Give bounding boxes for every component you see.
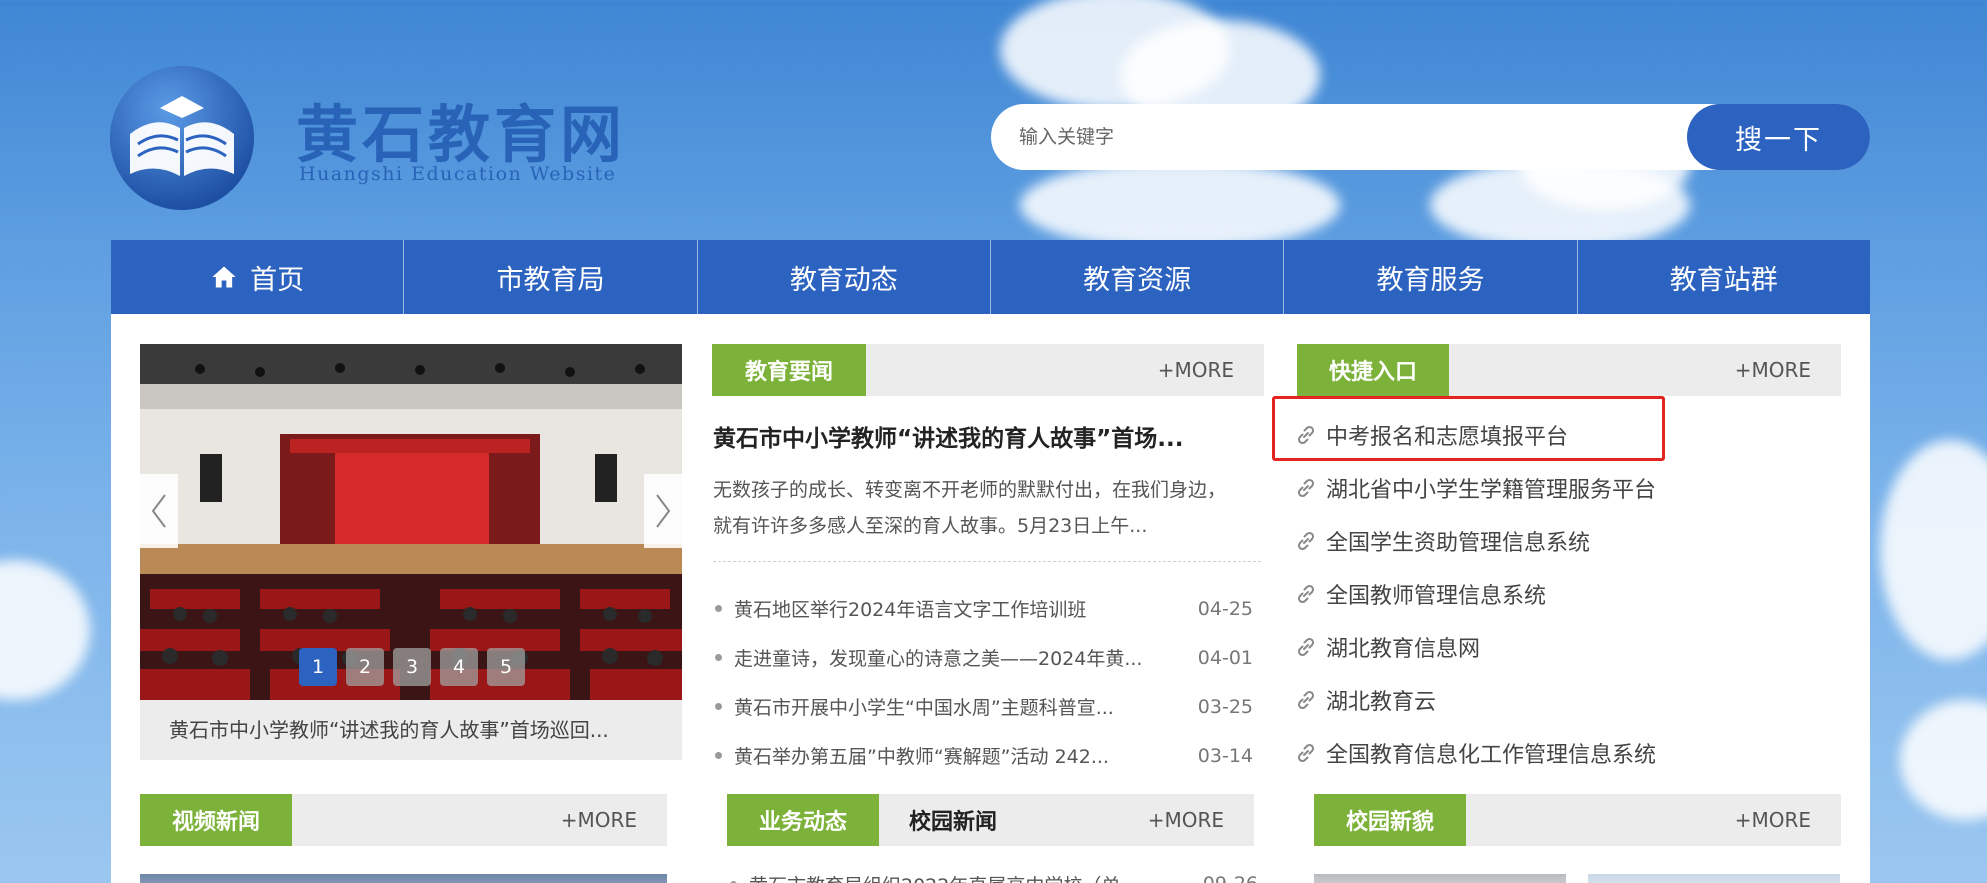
main-nav: 首页 市教育局 教育动态 教育资源 教育服务 教育站群 — [111, 240, 1870, 314]
slide-dot[interactable]: 2 — [346, 648, 384, 686]
news-date: 03-25 — [1197, 695, 1253, 718]
quick-access-list: 中考报名和志愿填报平台 湖北省中小学生学籍管理服务平台 全国学生资助管理信息系统… — [1294, 408, 1794, 779]
news-date: 04-25 — [1197, 597, 1253, 620]
campus-thumbnail[interactable] — [1588, 874, 1840, 883]
quick-link-label: 湖北教育信息网 — [1326, 636, 1481, 662]
quick-access-header: 快捷入口 +MORE — [1297, 344, 1841, 396]
business-header: 业务动态 校园新闻 +MORE — [727, 794, 1254, 846]
education-news-header: 教育要闻 +MORE — [712, 344, 1264, 396]
divider — [713, 561, 1261, 562]
business-more-link[interactable]: +MORE — [1148, 794, 1224, 846]
education-news-list: 黄石地区举行2024年语言文字工作培训班 04-25 走进童诗，发现童心的诗意之美… — [713, 584, 1253, 780]
quick-link[interactable]: 湖北教育信息网 — [1294, 620, 1794, 673]
auditorium-photo — [140, 344, 682, 700]
video-news-header: 视频新闻 +MORE — [140, 794, 667, 846]
link-icon — [1297, 425, 1315, 444]
quick-link-label: 湖北教育云 — [1326, 689, 1437, 715]
quick-link-label: 中考报名和志愿填报平台 — [1326, 424, 1569, 450]
quick-link[interactable]: 全国学生资助管理信息系统 — [1294, 514, 1794, 567]
link-icon — [1297, 584, 1315, 603]
quick-link-label: 全国教师管理信息系统 — [1326, 583, 1547, 609]
nav-item-home[interactable]: 首页 — [111, 240, 405, 314]
search-button[interactable]: 搜一下 — [1687, 104, 1870, 170]
search-input[interactable] — [1019, 104, 1649, 170]
nav-item-services[interactable]: 教育服务 — [1284, 240, 1578, 314]
news-date: 03-14 — [1197, 744, 1253, 767]
campus-style-header: 校园新貌 +MORE — [1314, 794, 1841, 846]
list-item[interactable]: 黄石举办第五届”中教师“赛解题”活动 242... 03-14 — [713, 731, 1253, 780]
slide-dot[interactable]: 1 — [299, 648, 337, 686]
slide-pagination: 1 2 3 4 5 — [299, 648, 525, 686]
quick-link[interactable]: 全国教育信息化工作管理信息系统 — [1294, 726, 1794, 779]
video-news-tag[interactable]: 视频新闻 — [140, 794, 292, 846]
quick-link-label: 全国学生资助管理信息系统 — [1326, 530, 1591, 556]
quick-link[interactable]: 中考报名和志愿填报平台 — [1294, 408, 1794, 461]
slide-dot[interactable]: 4 — [440, 648, 478, 686]
nav-item-sites[interactable]: 教育站群 — [1578, 240, 1870, 314]
news-date: 09-26 — [1196, 873, 1258, 883]
education-news-tag[interactable]: 教育要闻 — [712, 344, 866, 396]
slide-dot[interactable]: 3 — [393, 648, 431, 686]
bullet — [715, 654, 722, 661]
link-icon — [1297, 531, 1315, 550]
news-slideshow[interactable]: 1 2 3 4 5 — [140, 344, 682, 700]
bullet — [715, 752, 722, 759]
quick-access-tag[interactable]: 快捷入口 — [1297, 344, 1449, 396]
link-icon — [1297, 743, 1315, 762]
news-date: 04-01 — [1197, 646, 1253, 669]
campus-style-more-link[interactable]: +MORE — [1735, 794, 1811, 846]
business-news-list: 黄石市教育局组织2022年直属高中学校（单...09-26 — [728, 864, 1258, 883]
home-icon — [212, 266, 236, 288]
slide-caption[interactable]: 黄石市中小学教师“讲述我的育人故事”首场巡回... — [140, 700, 682, 760]
quick-link-label: 湖北省中小学生学籍管理服务平台 — [1326, 477, 1657, 503]
slide-dot[interactable]: 5 — [487, 648, 525, 686]
list-item[interactable]: 黄石市教育局组织2022年直属高中学校（单...09-26 — [728, 864, 1258, 883]
education-news-more-link[interactable]: +MORE — [1158, 344, 1234, 396]
news-title: 黄石市开展中小学生“中国水周”主题科普宣... — [734, 697, 1114, 719]
nav-item-resources[interactable]: 教育资源 — [991, 240, 1285, 314]
news-title: 黄石地区举行2024年语言文字工作培训班 — [734, 599, 1087, 621]
list-item[interactable]: 走进童诗，发现童心的诗意之美——2024年黄... 04-01 — [713, 633, 1253, 682]
video-news-more-link[interactable]: +MORE — [561, 794, 637, 846]
list-item[interactable]: 黄石市开展中小学生“中国水周”主题科普宣... 03-25 — [713, 682, 1253, 731]
bullet — [715, 605, 722, 612]
nav-item-label: 首页 — [250, 264, 305, 296]
quick-link[interactable]: 全国教师管理信息系统 — [1294, 567, 1794, 620]
news-headline[interactable]: 黄石市中小学教师“讲述我的育人故事”首场... — [713, 419, 1253, 453]
news-title: 黄石举办第五届”中教师“赛解题”活动 242... — [734, 746, 1109, 768]
list-item[interactable]: 黄石地区举行2024年语言文字工作培训班 04-25 — [713, 584, 1253, 633]
campus-style-tag[interactable]: 校园新貌 — [1314, 794, 1466, 846]
chevron-right-icon — [656, 494, 671, 528]
site-subtitle: Huangshi Education Website — [299, 163, 617, 185]
site-title: 黄石教育网 — [296, 98, 627, 171]
link-icon — [1297, 637, 1315, 656]
nav-item-bureau[interactable]: 市教育局 — [404, 240, 698, 314]
search-bar: 搜一下 — [991, 104, 1870, 170]
business-tab[interactable]: 业务动态 — [727, 794, 879, 846]
slide-next-button[interactable] — [644, 474, 682, 548]
campus-news-tab[interactable]: 校园新闻 — [909, 794, 997, 846]
quick-link[interactable]: 湖北教育云 — [1294, 673, 1794, 726]
news-summary: 无数孩子的成长、转变离不开老师的默默付出，在我们身边，就有许许多多感人至深的育人… — [713, 479, 1227, 537]
chevron-left-icon — [151, 494, 166, 528]
link-icon — [1297, 690, 1315, 709]
quick-access-more-link[interactable]: +MORE — [1735, 344, 1811, 396]
bullet — [715, 703, 722, 710]
slide-prev-button[interactable] — [140, 474, 178, 548]
quick-link-label: 全国教育信息化工作管理信息系统 — [1326, 742, 1657, 768]
news-title: 黄石市教育局组织2022年直属高中学校（单... — [749, 871, 1196, 883]
campus-thumbnail[interactable] — [1314, 874, 1566, 883]
news-title: 走进童诗，发现童心的诗意之美——2024年黄... — [734, 648, 1143, 670]
quick-link[interactable]: 湖北省中小学生学籍管理服务平台 — [1294, 461, 1794, 514]
nav-item-dynamics[interactable]: 教育动态 — [698, 240, 991, 314]
video-thumbnail[interactable] — [140, 874, 667, 883]
open-book-logo[interactable] — [110, 66, 255, 211]
content-panel: 1 2 3 4 5 黄石市中小学教师“讲述我的育人故事”首场巡回... 教育要闻… — [111, 314, 1870, 883]
link-icon — [1297, 478, 1315, 497]
